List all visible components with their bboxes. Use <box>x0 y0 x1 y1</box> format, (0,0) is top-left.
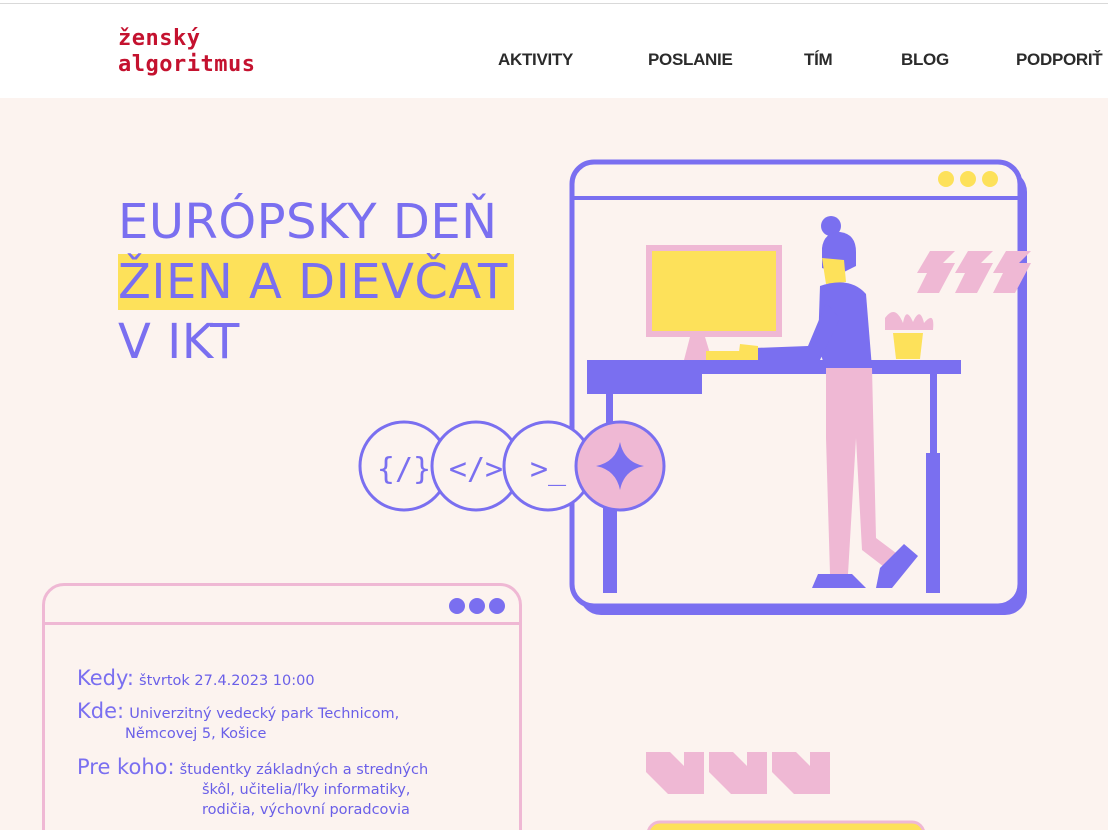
hero-section: EURÓPSKY DEŇ ŽIEN A DIEVČAT V IKT {/} </… <box>0 98 1108 830</box>
nav-item-poslanie[interactable]: POSLANIE <box>648 50 733 70</box>
code-tag-glyph: </> <box>449 452 503 487</box>
event-when: Kedy: štvrtok 27.4.2023 10:00 <box>77 666 315 691</box>
where-value-2: Němcovej 5, Košice <box>125 726 267 742</box>
card-dot-icon <box>489 598 505 614</box>
event-info-card: Kedy: štvrtok 27.4.2023 10:00 Kde: Unive… <box>42 583 522 830</box>
card-title-bar <box>45 622 519 625</box>
where-label: Kde: <box>77 699 125 723</box>
card-dot-icon <box>449 598 465 614</box>
event-where: Kde: Univerzitný vedecký park Technicom,… <box>77 699 399 744</box>
brand-logo[interactable]: ženský algoritmus <box>118 26 255 78</box>
event-who: Pre koho: študentky základných a stredný… <box>77 755 428 820</box>
brand-line-1: ženský <box>118 26 201 51</box>
who-value-3: rodičia, výchovní poradcovia <box>202 802 410 818</box>
nav-item-tim[interactable]: TÍM <box>804 50 833 70</box>
braces-glyph: {/} <box>377 452 431 487</box>
who-value-2: škôl, učitelia/ľky informatiky, <box>202 782 411 798</box>
when-value: štvrtok 27.4.2023 10:00 <box>139 673 315 689</box>
where-value-1: Univerzitný vedecký park Technicom, <box>129 706 400 722</box>
nav-item-blog[interactable]: BLOG <box>901 50 949 70</box>
who-value-1: študentky základných a stredných <box>179 762 429 778</box>
nav-item-aktivity[interactable]: AKTIVITY <box>498 50 573 70</box>
brand-line-2: algoritmus <box>118 52 256 77</box>
who-label: Pre koho: <box>77 755 175 779</box>
card-dots <box>449 598 505 614</box>
card-dot-icon <box>469 598 485 614</box>
nav-item-podporit[interactable]: PODPORIŤ <box>1016 50 1103 70</box>
terminal-glyph: >_ <box>530 452 567 487</box>
site-header: ženský algoritmus AKTIVITY POSLANIE TÍM … <box>0 4 1108 98</box>
when-label: Kedy: <box>77 666 134 690</box>
